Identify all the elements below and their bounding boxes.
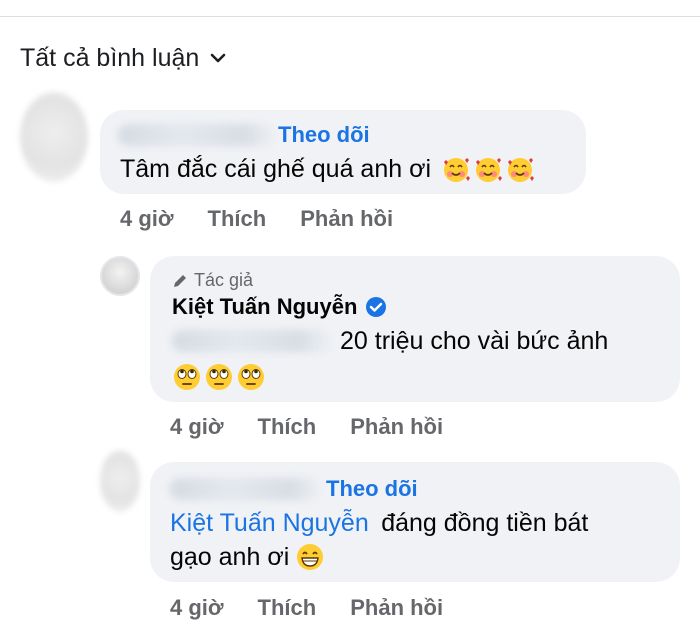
like-button[interactable]: Thích [258,595,317,621]
comment-actions: 4 giờ Thích Phản hồi [170,414,443,440]
reply-button[interactable]: Phản hồi [350,595,443,621]
sort-label: Tất cả bình luận [20,43,200,72]
verified-badge-icon [366,297,387,317]
comment-text: 20 triệu cho vài bức ảnh [340,327,609,355]
follow-button[interactable]: Theo dõi [326,476,418,502]
comment-time[interactable]: 4 giờ [170,414,224,440]
face-with-rolling-eyes-icon [206,364,232,390]
comment-text-line2: gạo anh ơi [170,543,290,571]
pencil-icon [174,274,186,287]
commenter-name[interactable] [118,124,276,146]
mentioned-name[interactable] [172,330,332,352]
mention-link[interactable]: Kiệt Tuấn Nguyễn [170,509,369,537]
avatar[interactable] [100,450,140,512]
face-with-rolling-eyes-icon [174,364,200,390]
comment-text-line1: đáng đồng tiền bát [381,509,589,537]
like-button[interactable]: Thích [208,206,267,232]
avatar[interactable] [20,92,88,182]
smiling-face-with-hearts-icon [444,158,471,182]
like-button[interactable]: Thích [258,414,317,440]
commenter-name[interactable] [170,478,322,500]
comment-sort-dropdown[interactable]: Tất cả bình luận [20,40,227,76]
comment-text: Tâm đắc cái ghế quá anh ơi [120,155,432,183]
smiling-face-with-hearts-icon [508,158,535,182]
reply-button[interactable]: Phản hồi [300,206,393,232]
face-with-rolling-eyes-icon [238,364,264,390]
follow-button[interactable]: Theo dõi [278,122,370,148]
author-name-row: Kiệt Tuấn Nguyễn [172,294,387,320]
reply-button[interactable]: Phản hồi [350,414,443,440]
smiling-face-with-hearts-icon [476,158,503,182]
comment-bubble: Theo dõi Kiệt Tuấn Nguyễn đáng đồng tiền… [150,462,680,582]
comment-bubble: Theo dõi Tâm đắc cái ghế quá anh ơi [100,110,586,194]
author-badge-label: Tác giả [194,270,254,290]
top-divider [0,16,700,17]
comment-time[interactable]: 4 giờ [120,206,174,232]
grinning-face-with-smiling-eyes-icon [297,544,324,570]
comment-bubble: Tác giả Kiệt Tuấn Nguyễn 20 triệu cho và… [150,256,680,402]
comment-actions: 4 giờ Thích Phản hồi [120,206,393,232]
author-avatar[interactable] [100,256,140,296]
author-badge: Tác giả [172,270,253,291]
commenter-name[interactable]: Kiệt Tuấn Nguyễn [172,294,357,320]
chevron-down-icon [209,49,227,67]
comment-actions: 4 giờ Thích Phản hồi [170,595,443,621]
comment-time[interactable]: 4 giờ [170,595,224,621]
